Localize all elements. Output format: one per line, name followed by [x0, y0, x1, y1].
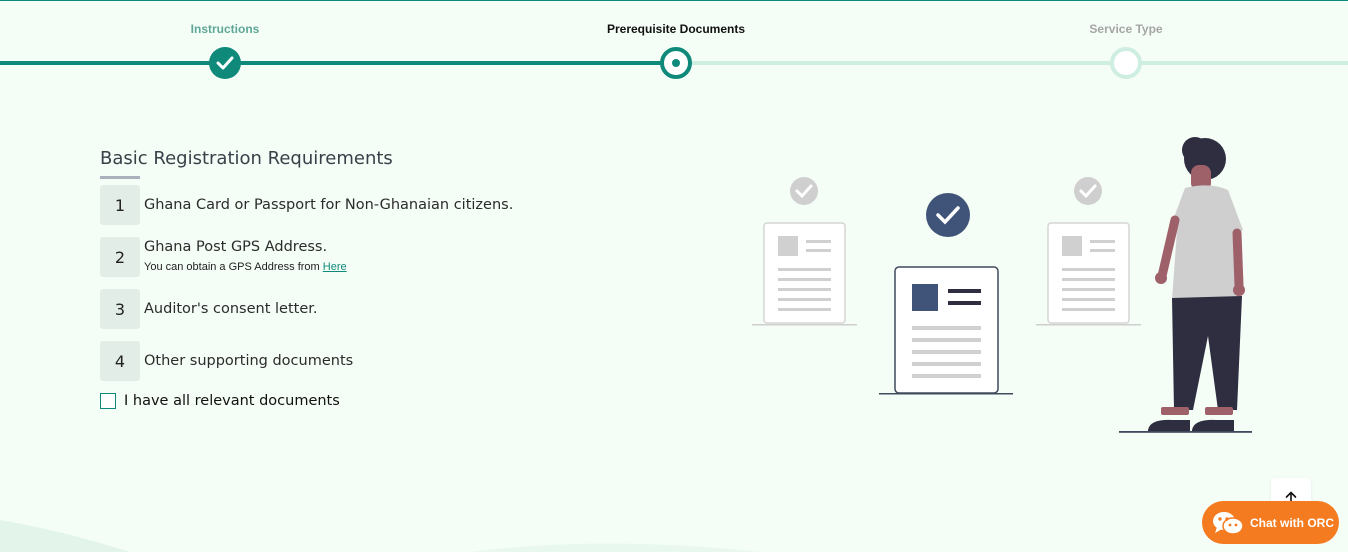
- documents-illustration: [752, 137, 1252, 433]
- document-center-icon: [879, 193, 1013, 395]
- requirement-number: 3: [100, 289, 140, 329]
- requirements-section: Basic Registration Requirements 1 Ghana …: [100, 148, 660, 409]
- requirement-number: 4: [100, 341, 140, 381]
- confirm-documents-checkbox[interactable]: [100, 393, 116, 409]
- requirement-number: 2: [100, 237, 140, 277]
- step-label-instructions: Instructions: [190, 22, 260, 36]
- gps-address-link[interactable]: Here: [323, 261, 347, 273]
- step-label-service-type: Service Type: [1089, 22, 1163, 36]
- requirement-item: 3 Auditor's consent letter.: [100, 289, 660, 329]
- requirements-title: Basic Registration Requirements: [100, 148, 393, 179]
- document-right-icon: [1036, 177, 1141, 326]
- requirement-number: 1: [100, 185, 140, 225]
- stepper-track-completed: [0, 61, 676, 65]
- requirement-subtext: You can obtain a GPS Address from Here: [144, 258, 347, 276]
- check-icon: [216, 56, 234, 70]
- person-illustration: [1119, 137, 1252, 433]
- step-service-type-pending[interactable]: [1110, 47, 1142, 79]
- document-left-icon: [752, 177, 857, 326]
- confirm-documents-row[interactable]: I have all relevant documents: [100, 393, 660, 409]
- requirement-text: Ghana Card or Passport for Non-Ghanaian …: [144, 197, 514, 213]
- requirement-text: Auditor's consent letter.: [144, 301, 318, 317]
- bottom-wave-decoration: [0, 520, 760, 552]
- requirement-item: 2 Ghana Post GPS Address. You can obtain…: [100, 237, 660, 277]
- stepper-track-remaining: [676, 61, 1348, 65]
- requirement-item: 1 Ghana Card or Passport for Non-Ghanaia…: [100, 185, 660, 225]
- progress-stepper: Instructions Prerequisite Documents Serv…: [0, 0, 1348, 90]
- step-instructions-done[interactable]: [209, 47, 241, 79]
- requirement-item: 4 Other supporting documents: [100, 341, 660, 381]
- step-label-prerequisite-documents: Prerequisite Documents: [606, 22, 746, 36]
- gps-hint-text: You can obtain a GPS Address from: [144, 261, 323, 273]
- requirements-list: 1 Ghana Card or Passport for Non-Ghanaia…: [100, 185, 660, 381]
- requirement-text: Other supporting documents: [144, 353, 354, 369]
- step-prerequisite-documents-active[interactable]: [660, 47, 692, 79]
- active-dot-icon: [672, 59, 680, 67]
- confirm-documents-label[interactable]: I have all relevant documents: [124, 393, 340, 409]
- requirement-text-block: Ghana Post GPS Address. You can obtain a…: [144, 238, 347, 276]
- requirement-text: Ghana Post GPS Address.: [144, 239, 328, 255]
